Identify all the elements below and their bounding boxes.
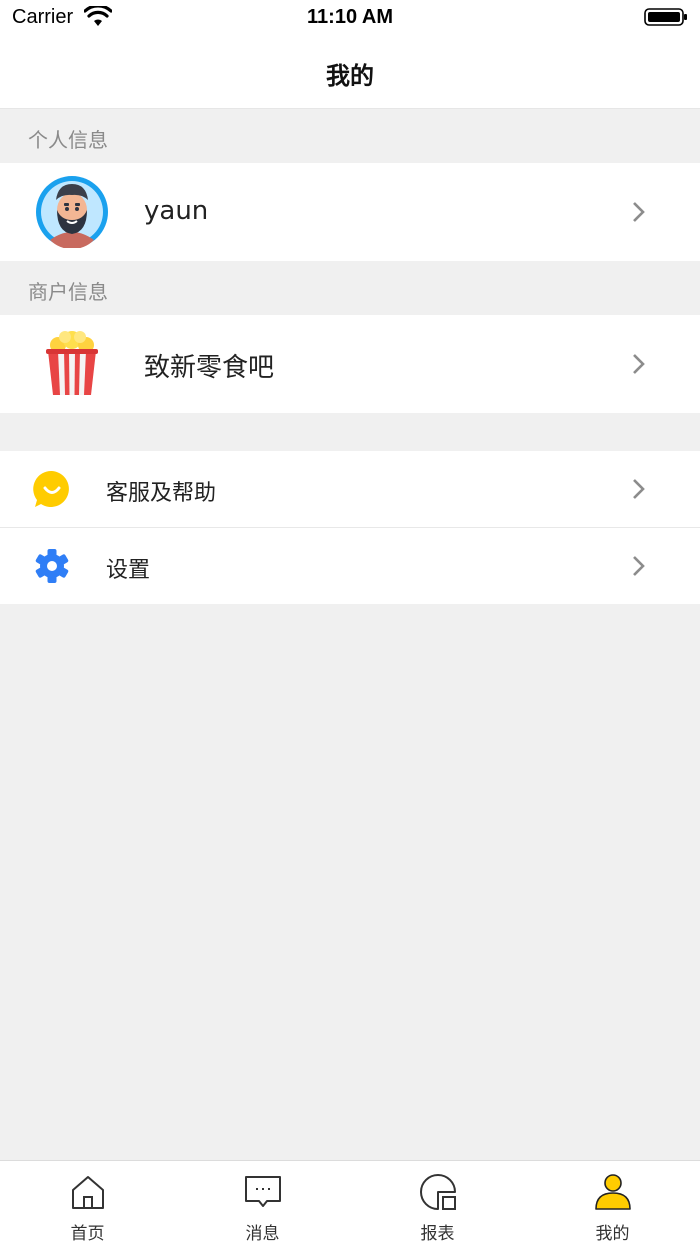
merchant-name: 致新零食吧 [144,353,275,383]
smile-chat-icon [33,470,69,507]
section-header-label: 个人信息 [28,128,108,152]
bearded-man-avatar-icon [36,176,108,248]
tab-label: 首页 [70,1224,105,1244]
tab-messages[interactable]: 消息 [175,1161,350,1245]
tab-mine[interactable]: 我的 [525,1161,700,1245]
menu-item-label: 客服及帮助 [106,481,217,506]
section-header-personal: 个人信息 [0,109,700,163]
clock: 11:10 AM [307,6,393,28]
merchant-row[interactable]: 致新零食吧 [0,315,700,413]
tab-bar: 首页 消息 报表 我的 [0,1160,700,1245]
tab-label: 报表 [420,1224,455,1244]
section-header-merchant: 商户信息 [0,261,700,315]
popcorn-icon [46,331,98,395]
report-icon [420,1174,456,1210]
tab-reports[interactable]: 报表 [350,1161,525,1245]
battery-icon [644,8,687,26]
chevron-right-icon [633,479,645,499]
tab-label: 消息 [245,1224,280,1244]
tab-home[interactable]: 首页 [0,1161,175,1245]
profile-row[interactable]: yaun [0,163,700,261]
tab-label: 我的 [595,1224,630,1244]
section-header-label: 商户信息 [28,280,108,304]
chevron-right-icon [633,354,645,374]
navigation-bar: 我的 [0,36,700,109]
gear-icon [35,549,69,583]
chevron-right-icon [633,202,645,222]
message-icon [245,1176,281,1207]
menu-item-label: 设置 [106,558,151,583]
person-icon [595,1174,631,1210]
menu-item-help[interactable]: 客服及帮助 [0,451,700,527]
status-bar: Carrier 11:10 AM [0,0,700,36]
chevron-right-icon [633,556,645,576]
menu-item-settings[interactable]: 设置 [0,528,700,604]
page-title: 我的 [326,62,374,90]
home-icon [72,1176,104,1209]
profile-name: yaun [144,196,209,226]
